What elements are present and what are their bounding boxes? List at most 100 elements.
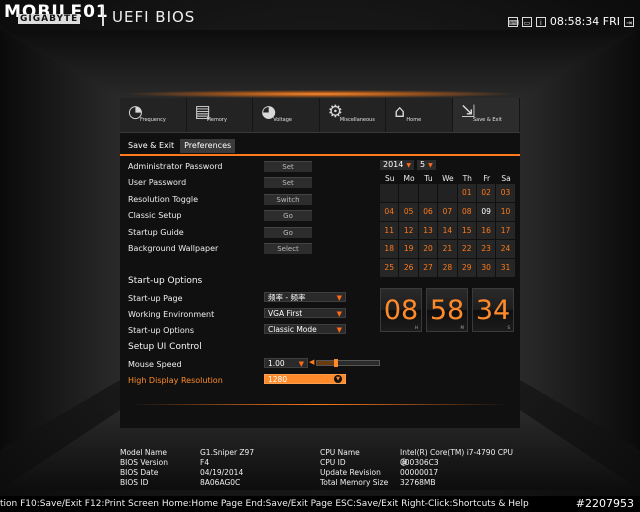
calendar-day[interactable]: 31	[496, 259, 515, 277]
clock-text: 08:58:34 FRI	[549, 15, 620, 28]
tab-voltage[interactable]: ◕ Voltage	[253, 98, 320, 132]
calendar-day[interactable]: 11	[380, 221, 399, 240]
clock-seconds: 34 S	[472, 288, 514, 332]
working-environment-select[interactable]: VGA First ▼	[264, 308, 346, 318]
calendar-day[interactable]: 14	[438, 221, 457, 240]
tab-miscellaneous[interactable]: ⚙ Miscellaneous	[320, 98, 387, 132]
hours-value: 08	[383, 295, 419, 326]
chevron-down-icon: ▼	[334, 375, 342, 383]
calendar-day[interactable]: 13	[418, 221, 438, 240]
calendar-day[interactable]: 03	[496, 184, 515, 202]
startup-page-select[interactable]: 频率 - 频率 ▼	[264, 292, 346, 302]
chevron-down-icon: ▼	[336, 310, 342, 318]
section-heading: Setup UI Control	[128, 342, 202, 352]
exit-icon[interactable]: ⇥	[624, 16, 634, 27]
calendar-day[interactable]: 06	[418, 202, 438, 221]
calendar-day[interactable]: 07	[438, 202, 457, 221]
clock-hours: 08 H	[380, 288, 422, 332]
classic-setup-button[interactable]: Go	[264, 210, 312, 221]
info-key: Model Name	[120, 448, 168, 457]
tab-memory[interactable]: ▤ Memory	[187, 98, 254, 132]
calendar-day[interactable]: 26	[399, 259, 418, 277]
background-wallpaper-button[interactable]: Select	[264, 243, 312, 254]
seconds-value: 34	[475, 295, 511, 326]
calendar-day[interactable]: 08	[457, 202, 476, 221]
keyboard-icon[interactable]: ⌨	[507, 16, 519, 27]
admin-password-button[interactable]: Set	[264, 161, 312, 172]
mouse-speed-select[interactable]: 1.00 ▼	[264, 358, 308, 368]
watermark: #2207953	[571, 496, 634, 512]
calendar-weekdays: Su Mo Tu We Th Fr Sa	[380, 174, 516, 183]
chevron-down-icon: ▼	[298, 360, 304, 368]
info-icon[interactable]: i	[535, 16, 546, 27]
calendar-day[interactable]: 28	[438, 259, 457, 277]
calendar-day[interactable]: 25	[380, 259, 399, 277]
info-value: 00000017	[400, 468, 439, 477]
calendar-day[interactable]: 24	[496, 240, 515, 259]
chevron-down-icon: ▼	[336, 326, 342, 334]
chevron-down-icon: ▼	[428, 162, 433, 169]
info-value: 32768MB	[400, 478, 436, 487]
weekday-label: Fr	[483, 174, 491, 183]
startup-guide-button[interactable]: Go	[264, 227, 312, 238]
status-bar: tion F10:Save/Exit F12:Print Screen Home…	[0, 496, 640, 512]
display-resolution-select[interactable]: 1280 ▼	[264, 374, 346, 384]
arrow-left-icon[interactable]: ◀	[309, 358, 314, 366]
system-info: Model Name G1.Sniper Z97 BIOS Version F4…	[120, 448, 520, 490]
app-title: UEFI BIOS	[112, 8, 196, 26]
info-key: BIOS Version	[120, 458, 168, 467]
calendar-day[interactable]: 18	[380, 240, 399, 259]
calendar-day[interactable]: 16	[476, 221, 496, 240]
tab-home[interactable]: ⌂ Home	[386, 98, 453, 132]
select-value: 频率 - 频率	[268, 293, 306, 302]
month-select[interactable]: 5 ▼	[417, 160, 436, 170]
calendar: Su Mo Tu We Th Fr Sa 01 02 03 04 05 06 07 08 09 10 11 12 1…	[380, 174, 516, 277]
tab-label: Voltage	[273, 117, 292, 123]
calendar-day[interactable]: 17	[496, 221, 515, 240]
tab-frequency[interactable]: ◔ Frequency	[120, 98, 187, 132]
calendar-day[interactable]: 12	[399, 221, 418, 240]
calendar-day[interactable]: 10	[496, 202, 515, 221]
room-left-wall	[0, 30, 120, 450]
calendar-day[interactable]: 21	[438, 240, 457, 259]
setting-label: Start-up Page	[128, 294, 183, 303]
subtab-save-exit[interactable]: Save & Exit	[124, 139, 178, 153]
select-value: 1.00	[268, 359, 285, 368]
year-value: 2014	[383, 160, 404, 169]
calendar-day[interactable]: 05	[399, 202, 418, 221]
calendar-day[interactable]: 20	[418, 240, 438, 259]
info-key: BIOS ID	[120, 478, 149, 487]
calendar-day[interactable]: 27	[418, 259, 438, 277]
calendar-day[interactable]: 09	[476, 202, 496, 221]
chevron-down-icon: ▼	[336, 294, 342, 302]
subtab-preferences[interactable]: Preferences	[180, 139, 236, 153]
select-value: 1280	[268, 375, 288, 384]
mouse-icon[interactable]: ▭	[521, 16, 532, 27]
info-value: F4	[200, 458, 210, 467]
info-key: Total Memory Size	[320, 478, 389, 487]
tab-label: Save & Exit	[472, 117, 502, 123]
calendar-day[interactable]: 01	[457, 184, 476, 202]
hours-unit: H	[414, 325, 418, 330]
weekday-label: Sa	[501, 174, 511, 183]
calendar-day[interactable]: 02	[476, 184, 496, 202]
info-value: 8A06AG0C	[200, 478, 241, 487]
info-value: 04/19/2014	[200, 468, 244, 477]
calendar-day[interactable]: 22	[457, 240, 476, 259]
tab-save-exit[interactable]: ⇲ Save & Exit	[452, 98, 520, 132]
tab-label: Miscellaneous	[339, 117, 375, 123]
startup-options-select[interactable]: Classic Mode ▼	[264, 324, 346, 334]
weekday-label: Tu	[424, 174, 433, 183]
calendar-day[interactable]: 29	[457, 259, 476, 277]
resolution-toggle-button[interactable]: Switch	[264, 194, 312, 205]
user-password-button[interactable]: Set	[264, 177, 312, 188]
year-select[interactable]: 2014 ▼	[380, 160, 414, 170]
calendar-day[interactable]: 04	[380, 202, 399, 221]
mouse-speed-slider[interactable]: ◀	[309, 358, 380, 367]
calendar-day[interactable]: 15	[457, 221, 476, 240]
calendar-day[interactable]: 19	[399, 240, 418, 259]
calendar-grid: 01 02 03 04 05 06 07 08 09 10 11 12 13 14 15 16 17 18 19 20…	[380, 184, 515, 277]
slider-handle[interactable]	[333, 359, 338, 367]
calendar-day[interactable]: 23	[476, 240, 496, 259]
calendar-day[interactable]: 30	[476, 259, 496, 277]
